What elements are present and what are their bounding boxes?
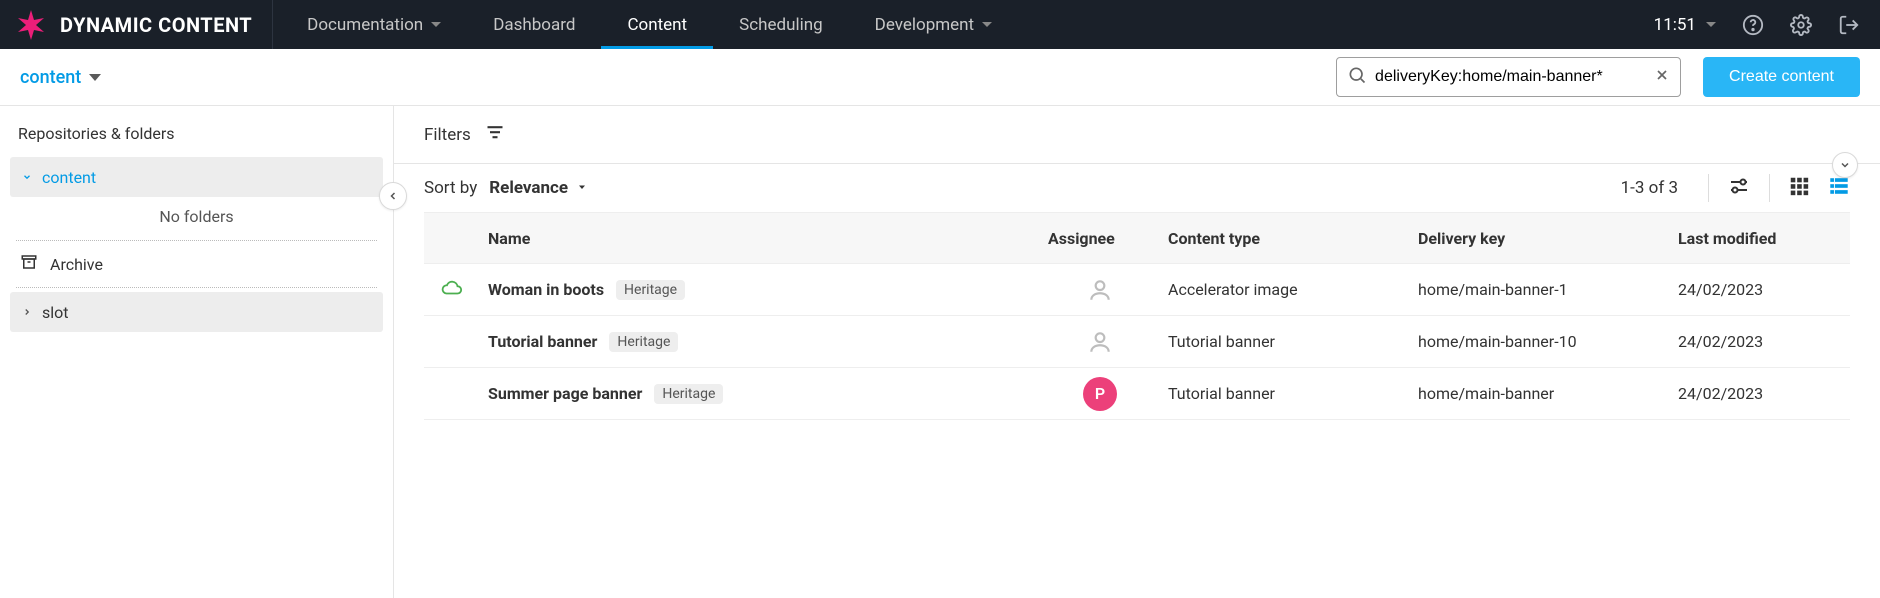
sidebar-title: Repositories & folders [10, 124, 383, 157]
hub-label-text: content [20, 67, 81, 88]
app-logo-icon [14, 8, 48, 42]
list-controls: 1-3 of 3 [1621, 174, 1850, 202]
app-name: DYNAMIC CONTENT [60, 13, 252, 37]
table-header: Name Assignee Content type Delivery key … [424, 212, 1850, 264]
filters-expand-button[interactable] [1832, 152, 1858, 178]
col-last-modified: Last modified [1670, 229, 1850, 248]
chevron-down-icon [1706, 22, 1716, 27]
nav-dashboard[interactable]: Dashboard [467, 0, 601, 49]
top-nav: Documentation Dashboard Content Scheduli… [273, 0, 1018, 49]
topbar-right: 11:51 [1654, 0, 1880, 49]
cell-content-type: Accelerator image [1160, 280, 1410, 299]
clock-time: 11:51 [1654, 15, 1696, 35]
sidebar-no-folders: No folders [10, 197, 383, 236]
sidebar-item-slot[interactable]: slot [10, 292, 383, 332]
main-layout: Repositories & folders content No folder… [0, 106, 1880, 598]
main-panel: Filters Sort by Relevance 1-3 of 3 [394, 106, 1880, 598]
search-box[interactable] [1336, 57, 1681, 97]
nav-scheduling-label: Scheduling [739, 15, 823, 35]
divider [1708, 174, 1709, 202]
list-view-icon[interactable] [1828, 175, 1850, 201]
sort-value: Relevance [489, 178, 568, 198]
clock[interactable]: 11:51 [1654, 15, 1716, 35]
content-table: Name Assignee Content type Delivery key … [424, 212, 1850, 420]
clear-search-icon[interactable] [1654, 67, 1670, 87]
result-count: 1-3 of 3 [1621, 178, 1678, 198]
assignee-avatar: P [1083, 377, 1117, 411]
chevron-down-icon [576, 178, 588, 198]
item-name: Tutorial banner [488, 332, 597, 351]
nav-content-label: Content [627, 15, 687, 35]
topbar: DYNAMIC CONTENT Documentation Dashboard … [0, 0, 1880, 49]
sidebar-item-label: slot [42, 303, 69, 322]
divider [1769, 174, 1770, 202]
chevron-down-icon [431, 22, 441, 27]
gear-icon[interactable] [1790, 14, 1812, 36]
nav-content[interactable]: Content [601, 0, 713, 49]
col-delivery-key: Delivery key [1410, 229, 1670, 248]
logout-icon[interactable] [1838, 14, 1860, 36]
nav-scheduling[interactable]: Scheduling [713, 0, 849, 49]
logo-block: DYNAMIC CONTENT [0, 0, 273, 49]
search-input[interactable] [1375, 68, 1646, 86]
search-icon [1347, 65, 1367, 89]
cloud-status-icon [441, 277, 463, 303]
nav-dashboard-label: Dashboard [493, 15, 575, 35]
cell-delivery-key: home/main-banner-1 [1410, 280, 1670, 299]
sidebar-item-content[interactable]: content [10, 157, 383, 197]
assignee-placeholder-icon [1085, 275, 1115, 305]
sidebar: Repositories & folders content No folder… [0, 106, 394, 598]
table-row[interactable]: Summer page banner Heritage P Tutorial b… [424, 368, 1850, 420]
hub-dropdown[interactable]: content [20, 67, 101, 88]
assignee-placeholder-icon [1085, 327, 1115, 357]
nav-development[interactable]: Development [849, 0, 1018, 49]
filters-bar: Filters [394, 106, 1880, 164]
content-body: Name Assignee Content type Delivery key … [394, 212, 1880, 420]
cell-content-type: Tutorial banner [1160, 332, 1410, 351]
subheader: content Create content [0, 49, 1880, 106]
sidebar-item-archive[interactable]: Archive [10, 245, 383, 283]
chevron-down-icon [89, 74, 101, 81]
chevron-down-icon [22, 171, 32, 183]
sidebar-item-label: Archive [50, 255, 103, 274]
col-name: Name [480, 229, 1040, 248]
help-icon[interactable] [1742, 14, 1764, 36]
sidebar-divider [16, 240, 377, 241]
item-name: Summer page banner [488, 384, 642, 403]
cell-last-modified: 24/02/2023 [1670, 280, 1850, 299]
nav-development-label: Development [875, 15, 974, 35]
create-content-button[interactable]: Create content [1703, 57, 1860, 97]
cell-delivery-key: home/main-banner-10 [1410, 332, 1670, 351]
table-row[interactable]: Tutorial banner Heritage Tutorial banner… [424, 316, 1850, 368]
nav-documentation-label: Documentation [307, 15, 423, 35]
settings-sliders-icon[interactable] [1727, 174, 1751, 202]
cell-last-modified: 24/02/2023 [1670, 332, 1850, 351]
filters-label: Filters [424, 125, 471, 145]
filter-icon[interactable] [485, 122, 505, 147]
chevron-right-icon [22, 306, 32, 318]
tag-chip: Heritage [609, 332, 678, 352]
col-content-type: Content type [1160, 229, 1410, 248]
sort-dropdown[interactable]: Relevance [489, 178, 588, 198]
col-assignee: Assignee [1040, 229, 1160, 248]
tag-chip: Heritage [616, 280, 685, 300]
sidebar-divider [16, 287, 377, 288]
cell-delivery-key: home/main-banner [1410, 384, 1670, 403]
sidebar-item-label: content [42, 168, 96, 187]
cell-last-modified: 24/02/2023 [1670, 384, 1850, 403]
tag-chip: Heritage [654, 384, 723, 404]
cell-content-type: Tutorial banner [1160, 384, 1410, 403]
item-name: Woman in boots [488, 280, 604, 299]
sort-bar: Sort by Relevance 1-3 of 3 [394, 164, 1880, 212]
table-row[interactable]: Woman in boots Heritage Accelerator imag… [424, 264, 1850, 316]
chevron-down-icon [982, 22, 992, 27]
archive-icon [20, 253, 38, 275]
sort-by-label: Sort by [424, 178, 477, 198]
nav-documentation[interactable]: Documentation [281, 0, 467, 49]
grid-view-icon[interactable] [1788, 175, 1810, 201]
